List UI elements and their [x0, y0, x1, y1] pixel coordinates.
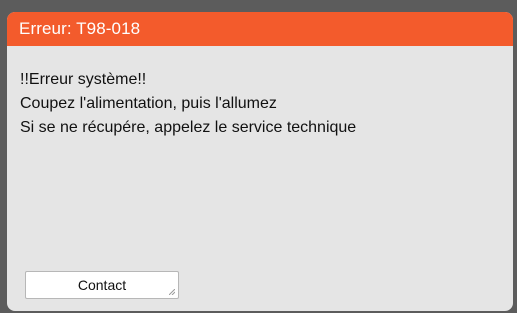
error-dialog: Erreur: T98-018 !!Erreur système!! Coupe… — [7, 12, 513, 311]
contact-button-label: Contact — [77, 277, 127, 293]
error-message: !!Erreur système!! Coupez l'alimentation… — [20, 68, 500, 140]
button-corner-grip-icon — [169, 289, 175, 295]
message-line-2: Coupez l'alimentation, puis l'allumez — [20, 95, 277, 112]
contact-button[interactable]: Contact — [25, 271, 179, 299]
message-line-1: !!Erreur système!! — [20, 71, 147, 88]
dialog-title: Erreur: T98-018 — [7, 12, 513, 46]
message-line-3: Si se ne récupére, appelez le service te… — [20, 119, 357, 136]
